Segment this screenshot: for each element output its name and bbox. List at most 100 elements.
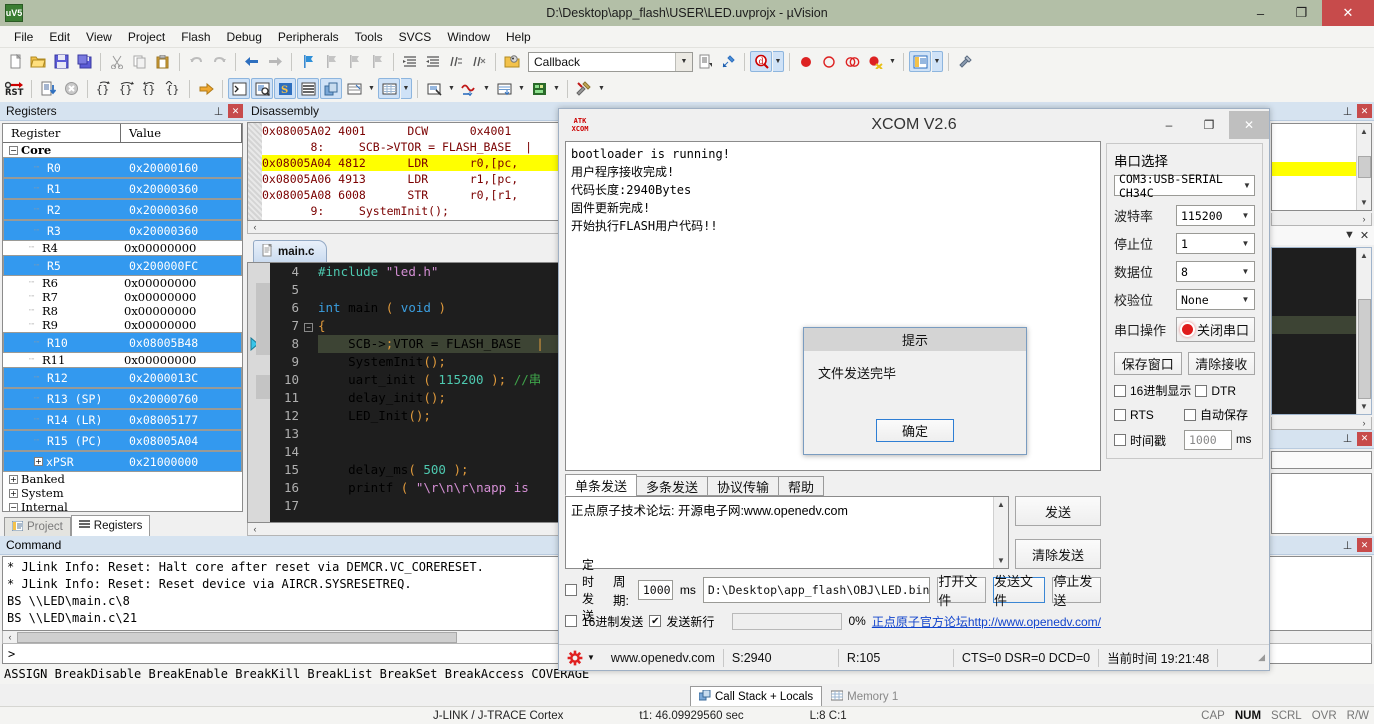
register-row[interactable]: ┈ R13 (SP) 0x20000760 xyxy=(3,388,242,409)
register-row[interactable]: ┈ R12 0x2000013C xyxy=(3,367,242,388)
bookmark-toggle-icon[interactable] xyxy=(297,51,319,72)
bookmark-next-icon[interactable] xyxy=(343,51,365,72)
xcom-hex-send-checkbox[interactable]: 16进制发送 xyxy=(565,613,643,630)
xcom-autosave-checkbox[interactable]: 自动保存 xyxy=(1184,406,1248,423)
register-row[interactable]: ┈ R1 0x20000360 xyxy=(3,178,242,199)
dialog-ok-button[interactable]: 确定 xyxy=(876,419,954,442)
scroll-left-icon[interactable]: ‹ xyxy=(3,632,17,642)
disassembly-gutter[interactable] xyxy=(248,123,262,220)
xcom-save-window-button[interactable]: 保存窗口 xyxy=(1114,352,1182,375)
chevron-down-icon[interactable]: ▼ xyxy=(1237,239,1254,248)
copy-icon[interactable] xyxy=(129,51,151,72)
bookmark-clear-icon[interactable] xyxy=(366,51,388,72)
xcom-send-vscrollbar[interactable]: ▲ ▼ xyxy=(993,497,1008,568)
xcom-minimize-button[interactable]: – xyxy=(1149,111,1189,139)
menu-tools[interactable]: Tools xyxy=(347,27,391,47)
uncomment-icon[interactable] xyxy=(468,51,490,72)
register-row[interactable]: ┈ R8 0x00000000 xyxy=(3,304,242,318)
xcom-newline-checkbox[interactable]: ✔ 发送新行 xyxy=(649,613,714,630)
register-row[interactable]: + System xyxy=(3,486,242,500)
gutter-scroll-marker[interactable] xyxy=(256,375,270,399)
watch-chevron-icon[interactable]: ▼ xyxy=(366,78,377,99)
step-over-icon[interactable]: {} xyxy=(116,78,138,99)
pin-icon[interactable]: ⊥ xyxy=(1340,432,1355,445)
xcom-tab-help[interactable]: 帮助 xyxy=(778,476,825,496)
fold-marker[interactable] xyxy=(304,335,318,353)
tree-toggle-icon[interactable]: − xyxy=(9,145,18,155)
navigate-back-icon[interactable] xyxy=(241,51,263,72)
fold-marker[interactable] xyxy=(304,371,318,389)
menu-debug[interactable]: Debug xyxy=(219,27,270,47)
analysis-window-icon[interactable] xyxy=(458,78,480,99)
gutter-scroll-thumb[interactable] xyxy=(256,283,270,355)
command-window-icon[interactable] xyxy=(228,78,250,99)
close-icon[interactable]: ✕ xyxy=(1357,538,1372,552)
fold-marker[interactable] xyxy=(304,461,318,479)
register-row[interactable]: ┈ R7 0x00000000 xyxy=(3,290,242,304)
run-to-cursor-icon[interactable]: {} xyxy=(162,78,184,99)
configure-target-icon[interactable] xyxy=(954,51,976,72)
tools-icon[interactable] xyxy=(573,78,595,99)
scroll-track[interactable] xyxy=(1272,213,1357,225)
cut-icon[interactable] xyxy=(106,51,128,72)
checkbox-box[interactable] xyxy=(1114,384,1126,397)
scroll-thumb[interactable] xyxy=(1357,298,1371,399)
tools-chevron-icon[interactable]: ▼ xyxy=(596,78,607,99)
chevron-down-icon[interactable]: ▼ xyxy=(1342,229,1357,241)
redo-icon[interactable] xyxy=(208,51,230,72)
callback-combobox[interactable]: Callback ▼ xyxy=(528,51,693,72)
register-row[interactable]: ┈ R3 0x20000360 xyxy=(3,220,242,241)
registers-tree[interactable]: Register Value − Core ┈ R0 0x20000160 ┈ R1 0x20… xyxy=(2,123,243,512)
xcom-timestamp-checkbox[interactable]: 时间戳 xyxy=(1114,432,1180,449)
close-button[interactable]: ✕ xyxy=(1322,0,1374,26)
close-icon[interactable]: ✕ xyxy=(1357,229,1372,242)
xcom-dtr-checkbox[interactable]: DTR xyxy=(1195,384,1236,398)
menu-edit[interactable]: Edit xyxy=(41,27,78,47)
tree-toggle-icon[interactable]: + xyxy=(9,474,18,484)
disassembly-window-icon[interactable] xyxy=(251,78,273,99)
menu-view[interactable]: View xyxy=(78,27,120,47)
configure-icon[interactable] xyxy=(717,51,739,72)
register-row[interactable]: ┈ R6 0x00000000 xyxy=(3,276,242,290)
save-icon[interactable] xyxy=(50,51,72,72)
xcom-close-port-button[interactable]: 关闭串口 xyxy=(1176,317,1255,342)
scroll-track[interactable] xyxy=(1272,417,1357,429)
xcom-send-textbox[interactable]: 正点原子技术论坛: 开源电子网:www.openedv.com ▲ ▼ xyxy=(565,496,1009,569)
memory-window-icon[interactable] xyxy=(378,78,400,99)
xcom-stopbits-select[interactable]: 1 ▼ xyxy=(1176,233,1255,254)
xcom-port-select[interactable]: COM3:USB-SERIAL CH34C ▼ xyxy=(1114,172,1255,200)
analysis-chevron-icon[interactable]: ▼ xyxy=(481,78,492,99)
find-in-files-icon[interactable]: d xyxy=(750,51,772,72)
register-row[interactable]: ┈ R0 0x20000160 xyxy=(3,157,242,178)
prompt-dialog[interactable]: 提示 文件发送完毕 确定 xyxy=(803,327,1027,455)
tree-toggle-icon[interactable]: − xyxy=(9,502,18,511)
xcom-open-file-button[interactable]: 打开文件 xyxy=(937,574,987,608)
checkbox-box[interactable] xyxy=(1184,408,1196,421)
tree-toggle-icon[interactable]: + xyxy=(9,488,18,498)
xcom-file-path-input[interactable]: D:\Desktop\app_flash\OBJ\LED.bin xyxy=(702,577,931,603)
find-options-chevron-icon[interactable]: ▼ xyxy=(773,51,784,72)
fold-marker[interactable] xyxy=(304,263,318,281)
editor-fold-column[interactable]: − xyxy=(304,263,318,522)
breakpoint-insert-icon[interactable] xyxy=(795,51,817,72)
step-out-icon[interactable]: {} xyxy=(139,78,161,99)
register-row[interactable]: ┈ R14 (LR) 0x08005177 xyxy=(3,409,242,430)
register-row[interactable]: ┈ R5 0x200000FC xyxy=(3,255,242,276)
tab-call-stack-locals[interactable]: Call Stack + Locals xyxy=(690,686,823,706)
save-all-icon[interactable] xyxy=(73,51,95,72)
checkbox-box[interactable]: ✔ xyxy=(649,615,662,627)
pin-icon[interactable]: ⊥ xyxy=(211,105,226,118)
trace-chevron-icon[interactable]: ▼ xyxy=(516,78,527,99)
scroll-up-icon[interactable]: ▲ xyxy=(1357,124,1372,139)
xcom-stop-send-button[interactable]: 停止发送 xyxy=(1052,574,1101,608)
fold-marker[interactable] xyxy=(304,497,318,515)
fold-marker[interactable] xyxy=(304,353,318,371)
memory-chevron-icon[interactable]: ▼ xyxy=(401,78,412,99)
editor-tab-main-c[interactable]: main.c xyxy=(253,240,328,262)
checkbox-box[interactable] xyxy=(1114,408,1126,421)
fold-marker[interactable]: − xyxy=(304,317,318,335)
reset-icon[interactable]: RST xyxy=(4,78,26,99)
scroll-down-icon[interactable]: ▼ xyxy=(1357,399,1372,414)
scroll-right-icon[interactable]: › xyxy=(1357,418,1371,428)
scroll-left-icon[interactable]: ‹ xyxy=(248,524,262,534)
